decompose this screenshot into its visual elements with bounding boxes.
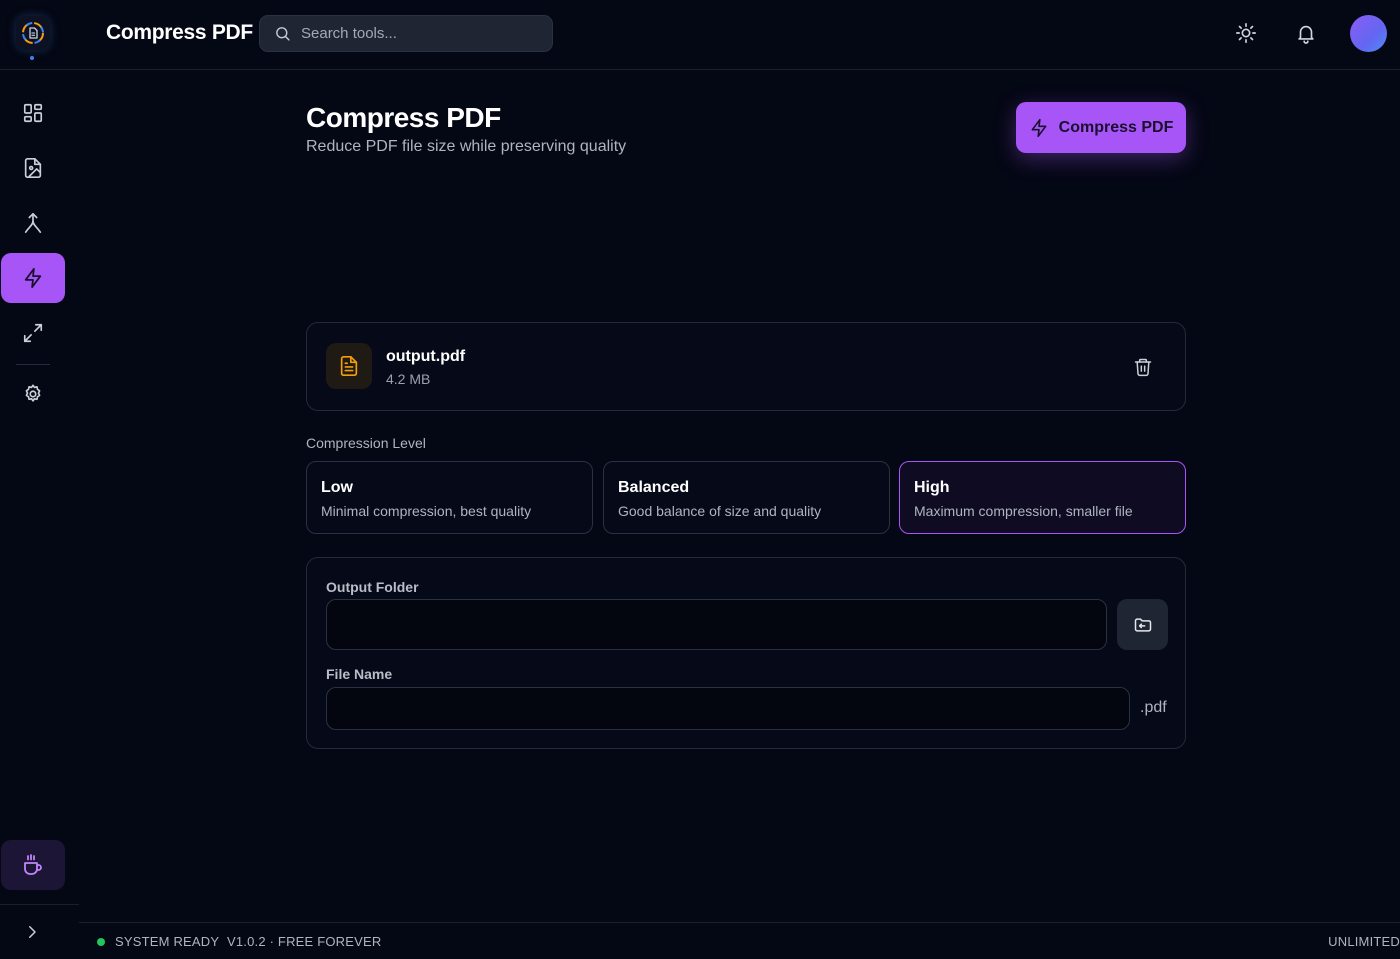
search-icon [274, 25, 291, 42]
app-title: Compress PDF [106, 21, 253, 44]
file-name-input[interactable] [326, 687, 1130, 730]
theme-toggle-sun-icon[interactable] [1234, 21, 1258, 45]
file-extension: .pdf [1140, 699, 1167, 716]
app-window: Compress PDF Search tools... Compress PD… [0, 0, 1400, 959]
logo-indicator [30, 56, 34, 60]
sidebar-item-compress[interactable] [1, 253, 65, 303]
option-title: Balanced [618, 479, 690, 496]
status-indicator-dot [97, 938, 105, 946]
folder-open-icon [1133, 615, 1153, 635]
merge-icon [22, 212, 44, 234]
selected-file-card: output.pdf 4.2 MB [306, 322, 1186, 411]
version-info: V1.0.2 · FREE FOREVER [227, 934, 382, 949]
page-title: Compress PDF [306, 102, 501, 133]
option-title: Low [321, 479, 353, 496]
sidebar-item-resize[interactable] [1, 308, 65, 358]
sidebar-divider [16, 364, 50, 365]
file-size: 4.2 MB [386, 371, 431, 387]
option-description: Maximum compression, smaller file [914, 503, 1133, 519]
app-logo-icon[interactable] [16, 16, 50, 50]
file-image-icon [22, 157, 44, 179]
sidebar-item-settings[interactable] [1, 369, 65, 419]
sidebar-item-merge[interactable] [1, 198, 65, 248]
compress-pdf-button-label: Compress PDF [1058, 118, 1174, 136]
system-status: SYSTEM READY [115, 934, 220, 949]
status-bar: SYSTEM READY V1.0.2 · FREE FOREVER UNLIM… [79, 922, 1400, 959]
sidebar-item-image-to-pdf[interactable] [1, 143, 65, 193]
page-subtitle: Reduce PDF file size while preserving qu… [306, 138, 627, 155]
browse-folder-button[interactable] [1117, 599, 1168, 650]
output-folder-input[interactable] [326, 599, 1107, 650]
compression-option-low[interactable]: Low Minimal compression, best quality [306, 461, 593, 534]
option-title: High [914, 479, 950, 496]
lightning-icon [1029, 118, 1049, 138]
coffee-icon [21, 853, 45, 877]
support-coffee-button[interactable] [1, 840, 65, 890]
remove-file-trash-icon[interactable] [1131, 355, 1155, 379]
compression-option-high[interactable]: High Maximum compression, smaller file [899, 461, 1186, 534]
user-avatar[interactable] [1350, 15, 1387, 52]
output-folder-label: Output Folder [326, 579, 419, 595]
expand-icon [22, 322, 44, 344]
top-header: Compress PDF [0, 0, 1400, 70]
lightning-icon [22, 267, 44, 289]
chevron-right-icon [23, 923, 41, 941]
file-name: output.pdf [386, 348, 466, 365]
option-description: Minimal compression, best quality [321, 503, 532, 519]
plan-badge: UNLIMITED [1328, 934, 1400, 949]
grid-icon [22, 102, 44, 124]
pdf-file-icon [326, 343, 372, 389]
compression-level-label: Compression Level [306, 435, 426, 451]
sidebar-item-dashboard[interactable] [1, 88, 65, 138]
search-input[interactable] [301, 25, 531, 42]
notifications-bell-icon[interactable] [1294, 21, 1318, 45]
compress-pdf-button[interactable]: Compress PDF [1016, 102, 1186, 153]
gear-icon [22, 383, 44, 405]
output-settings-card: Output Folder File Name .pdf [306, 557, 1186, 749]
option-description: Good balance of size and quality [618, 503, 822, 519]
search-box[interactable] [259, 15, 553, 52]
sidebar-bottom-divider [0, 904, 79, 905]
compression-option-balanced[interactable]: Balanced Good balance of size and qualit… [603, 461, 890, 534]
sidebar [0, 70, 79, 959]
sidebar-expand-button[interactable] [20, 920, 44, 944]
file-name-label: File Name [326, 666, 393, 682]
